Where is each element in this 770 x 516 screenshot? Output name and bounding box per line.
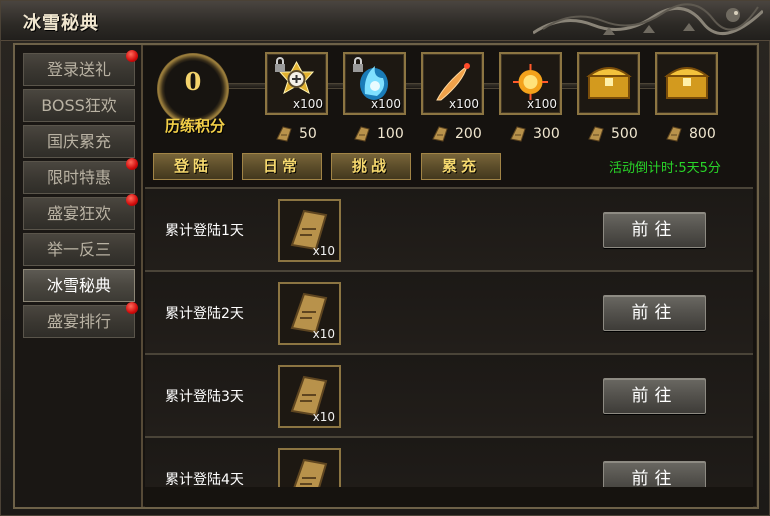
scroll-token-icon [293,458,328,487]
reward-cost-value: 200 [455,126,482,142]
reward-cost-value: 800 [689,126,716,142]
reward-slot-4[interactable]: x100 [499,52,562,115]
notification-dot-icon [126,194,138,206]
scroll-token-icon [432,126,448,142]
reward-cost-value: 50 [299,126,317,142]
task-reward-slot[interactable] [278,448,341,487]
list-bottom-edge [145,487,753,507]
reward-slot-1[interactable]: x100 [265,52,328,115]
go-button[interactable]: 前往 [603,378,706,414]
task-label: 累计登陆1天 [165,223,244,239]
go-button[interactable]: 前往 [603,212,706,248]
scroll-token-icon [666,126,682,142]
score-value: 0 [184,67,202,96]
reward-slot-6[interactable] [655,52,718,115]
sidebar-item-national-day-recharge[interactable]: 国庆累充 [23,125,135,158]
notification-dot-icon [126,50,138,62]
reward-cost-value: 100 [377,126,404,142]
list-item: 累计登陆3天 x10 前往 [145,353,753,436]
scroll-token-icon [354,126,370,142]
task-label: 累计登陆4天 [165,472,244,487]
event-countdown: 活动倒计时:5天5分 [609,161,721,176]
notification-dot-icon [126,158,138,170]
sidebar-item-label: 举一反三 [46,240,111,259]
tab-cumulative-recharge[interactable]: 累充 [421,153,501,180]
reward-cost-3: 200 [429,123,499,145]
reward-cost-1: 50 [273,123,343,145]
title-bar[interactable]: 冰雪秘典 [1,1,770,41]
list-item: 累计登陆1天 x10 前往 [145,187,753,270]
reward-cost-4: 300 [507,123,577,145]
reward-qty: x100 [292,97,323,111]
score-label: 历练积分 [164,117,225,135]
sidebar-item-label: BOSS狂欢 [41,96,117,115]
reward-cost-5: 500 [585,123,655,145]
reward-cost-value: 500 [611,126,638,142]
treasure-chest-icon [664,67,710,99]
sidebar-item-boss-carnival[interactable]: BOSS狂欢 [23,89,135,122]
sidebar-item-label: 盛宴狂欢 [46,204,111,223]
task-reward-slot[interactable]: x10 [278,199,341,262]
scroll-token-icon [510,126,526,142]
reward-slot-5[interactable] [577,52,640,115]
reward-qty: x100 [526,97,557,111]
scroll-token-icon [588,126,604,142]
reward-qty: x100 [370,97,401,111]
reward-cost-6: 800 [663,123,733,145]
tab-login[interactable]: 登陆 [153,153,233,180]
event-window: 冰雪秘典 登录送礼 BOSS狂欢 国庆累充 限时特惠 盛宴狂欢 举一反三 冰雪秘… [0,0,770,516]
sidebar-item-draw-inferences[interactable]: 举一反三 [23,233,135,266]
sidebar-item-limited-sale[interactable]: 限时特惠 [23,158,138,194]
go-button[interactable]: 前往 [603,461,706,487]
task-label: 累计登陆3天 [165,389,244,405]
lock-icon [353,57,363,72]
sidebar-item-ice-snow-codex[interactable]: 冰雪秘典 [23,269,135,302]
sidebar-item-label: 冰雪秘典 [46,276,111,295]
reward-qty: x100 [448,97,479,111]
tab-daily[interactable]: 日常 [242,153,322,180]
tab-challenge[interactable]: 挑战 [331,153,411,180]
sidebar-item-label: 限时特惠 [46,168,111,187]
reward-cost-value: 300 [533,126,560,142]
reward-slot-2[interactable]: x100 [343,52,406,115]
task-reward-slot[interactable]: x10 [278,365,341,428]
list-item: 累计登陆4天 前往 [145,436,753,487]
task-reward-qty: x10 [312,410,335,424]
sidebar-item-login-gift[interactable]: 登录送礼 [23,50,138,86]
sidebar-item-label: 登录送礼 [46,60,111,79]
task-reward-slot[interactable]: x10 [278,282,341,345]
dragon-ornament-icon [533,3,763,35]
sidebar-item-label: 盛宴排行 [46,312,111,331]
task-reward-qty: x10 [312,244,335,258]
reward-cost-2: 100 [351,123,421,145]
notification-dot-icon [126,302,138,314]
treasure-chest-icon [586,67,632,99]
list-item: 累计登陆2天 x10 前往 [145,270,753,353]
window-title: 冰雪秘典 [23,13,99,34]
reward-slot-3[interactable]: x100 [421,52,484,115]
task-reward-qty: x10 [312,327,335,341]
sidebar-item-feast-carnival[interactable]: 盛宴狂欢 [23,194,138,230]
task-label: 累计登陆2天 [165,306,244,322]
sidebar: 登录送礼 BOSS狂欢 国庆累充 限时特惠 盛宴狂欢 举一反三 冰雪秘典 盛宴排… [15,45,143,507]
scroll-token-icon [276,126,292,142]
task-list[interactable]: 累计登陆1天 x10 前往 累计登陆2天 x10 前往 累计登陆3天 x10 前… [145,187,753,487]
sidebar-item-label: 国庆累充 [46,132,111,151]
go-button[interactable]: 前往 [603,295,706,331]
lock-icon [275,57,285,72]
sidebar-item-feast-ranking[interactable]: 盛宴排行 [23,302,138,338]
